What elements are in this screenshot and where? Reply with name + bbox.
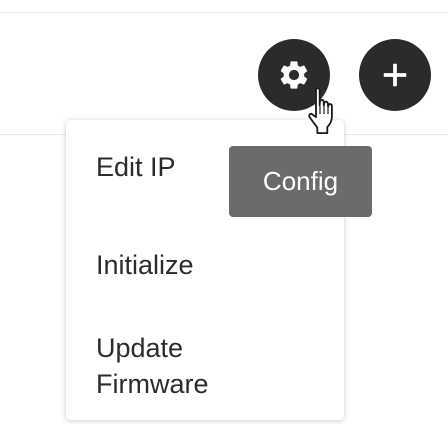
menu-item-edit-ip[interactable]: Edit IP xyxy=(96,149,176,185)
add-button[interactable] xyxy=(359,39,431,111)
divider-top xyxy=(0,12,448,13)
menu-item-update-firmware[interactable]: Update Firmware xyxy=(96,330,209,402)
config-tooltip: Config xyxy=(229,146,372,217)
gear-icon xyxy=(277,58,311,92)
plus-icon xyxy=(380,60,410,90)
menu-item-label: Edit IP xyxy=(96,152,176,182)
device-toolbar-view: Edit IP Initialize Update Firmware Config xyxy=(0,0,448,424)
menu-item-label: Initialize xyxy=(96,250,194,280)
menu-item-initialize[interactable]: Initialize xyxy=(96,247,194,283)
settings-button[interactable] xyxy=(258,39,330,111)
tooltip-label: Config xyxy=(262,166,339,196)
menu-item-label: Update Firmware xyxy=(96,333,209,399)
